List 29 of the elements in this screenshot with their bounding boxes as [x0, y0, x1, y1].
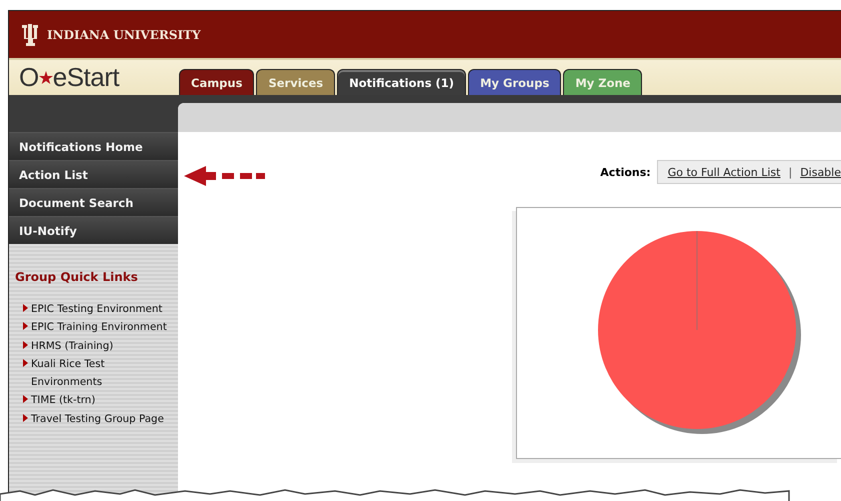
triangle-bullet-icon: [23, 340, 28, 349]
separator: |: [788, 166, 792, 178]
triangle-bullet-icon: [23, 322, 28, 330]
triangle-bullet-icon: [23, 304, 28, 312]
quick-link[interactable]: EPIC Training Environment: [31, 318, 171, 337]
nav-tab[interactable]: Campus: [179, 69, 254, 95]
quick-links-title: Group Quick Links: [15, 270, 139, 284]
quick-link[interactable]: Travel Testing Group Page: [31, 410, 171, 428]
quick-link[interactable]: HRMS (Training): [31, 336, 171, 355]
sidebar-item[interactable]: Action List: [9, 160, 178, 188]
disable-link[interactable]: Disable: [800, 166, 841, 178]
full-action-list-link[interactable]: Go to Full Action List: [668, 166, 780, 178]
sidebar-item[interactable]: Document Search: [9, 188, 178, 216]
university-name: INDIANA UNIVERSITY: [47, 28, 201, 42]
trident-logo-icon: [21, 22, 39, 46]
quick-link[interactable]: TIME (tk-trn): [31, 391, 171, 410]
nav-tab[interactable]: Notifications (1): [337, 69, 466, 95]
triangle-bullet-icon: [23, 358, 28, 367]
quick-link[interactable]: EPIC Testing Environment: [31, 300, 171, 318]
triangle-bullet-icon: [23, 414, 28, 422]
nav-tab[interactable]: My Groups: [468, 69, 562, 95]
triangle-bullet-icon: [23, 395, 28, 404]
sidebar-item[interactable]: IU-Notify: [9, 216, 178, 244]
logo-text: eStart: [52, 62, 120, 93]
quick-link[interactable]: Kuali Rice Test Environments: [31, 354, 171, 392]
logo-text: O: [19, 62, 39, 93]
sidebar-item[interactable]: Notifications Home: [9, 132, 178, 160]
star-icon: [38, 70, 53, 84]
actions-label: Actions:: [600, 166, 651, 178]
